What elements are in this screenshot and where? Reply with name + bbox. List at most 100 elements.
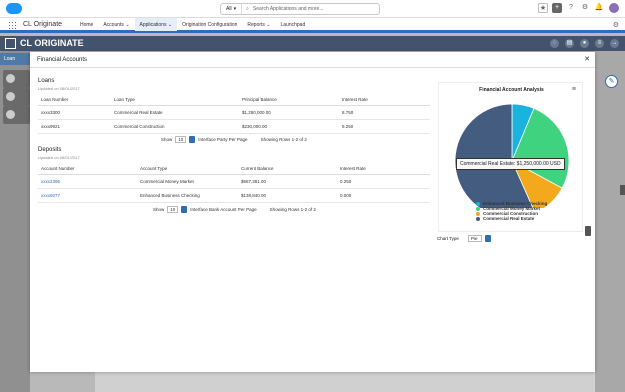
app-name: CL Originate [23,21,63,28]
nav-item-label: Reports [247,22,265,28]
account-type: Commercial Money Market [140,174,241,189]
interest-rate: 9.250 [342,119,430,134]
nav-item-origination-configuration[interactable]: Origination Configuration [177,18,242,33]
table-header-row: Loan Number Loan Type Principal Balance … [38,94,430,106]
per-page-dropdown-icon[interactable] [181,206,188,213]
chevron-down-icon: ▾ [233,6,237,12]
nav-item-label: Origination Configuration [182,22,238,28]
nav-item-label: Accounts [103,22,124,28]
legend-dot-icon [476,201,480,206]
table-row[interactable]: xxxx2396 Commercial Money Market $587,38… [38,174,430,189]
loans-table: Loan Number Loan Type Principal Balance … [38,94,430,134]
pager-status: Showing Rows 1-2 of 2 [260,137,307,142]
pager-show-label: Show [161,137,173,142]
users-icon[interactable]: ● [580,39,589,48]
deposits-updated: Updated on 08/01/2017 [38,155,80,160]
per-page-label: Interface Bank Account Per Page [190,207,257,212]
chart-type-control: Chart Type Pie [437,235,491,242]
chart-type-dropdown-icon[interactable] [484,235,491,242]
setup-gear-icon[interactable]: ⚙ [580,3,590,13]
sidebar-item-party-2[interactable] [3,88,30,106]
list-icon[interactable]: ≡ [595,39,604,48]
notifications-bell-icon[interactable]: 🔔 [594,3,604,13]
edit-icon[interactable]: ✎ [605,75,618,88]
chevron-down-icon[interactable]: ⌄ [266,22,270,28]
gear-icon[interactable]: ⚙ [613,21,619,29]
chevron-down-icon[interactable]: ⌄ [125,22,129,28]
legend-dot-icon [476,206,480,211]
account-number-link[interactable]: xxxx2396 [38,174,140,189]
column-header[interactable]: Interest Rate [340,163,430,175]
deposits-pager: Show 10 Interface Bank Account Per Page … [153,206,316,213]
table-row[interactable]: xxxx9921 Commercial Construction $230,00… [38,119,430,134]
nav-item-launchpad[interactable]: Launchpad [276,18,311,33]
chart-type-label: Chart Type [437,236,459,241]
column-header[interactable]: Interest Rate [342,94,430,106]
loans-title: Loans [38,78,55,84]
loans-pager: Show 10 Interface Party Per Page Showing… [161,136,307,143]
sidebar-item-loan[interactable]: Loan [0,53,30,65]
search-scope-dropdown[interactable]: All ▾ [221,4,243,14]
column-header[interactable]: Loan Type [114,94,242,106]
sidebar-item-label: Loan [4,56,16,62]
modal-title: Financial Accounts [37,57,88,63]
column-header[interactable]: Loan Number [38,94,114,106]
nav-item-accounts[interactable]: Accounts ⌄ [98,18,134,33]
column-header[interactable]: Account Number [38,163,140,175]
legend-item[interactable]: Commercial Real Estate [476,216,547,221]
deposits-table: Account Number Account Type Current Bala… [38,163,430,203]
chart-menu-icon[interactable]: ≡ [572,86,576,93]
account-number-link[interactable]: xxxx5077 [38,188,140,203]
column-header[interactable]: Principal Balance [242,94,342,106]
brand-title: CL ORIGINATE [20,38,84,48]
column-header[interactable]: Account Type [140,163,241,175]
loan-number: xxxx9921 [38,119,114,134]
search-input[interactable]: Search Applications and more... [253,6,324,12]
loan-type: Commercial Construction [114,119,242,134]
chevron-down-icon[interactable]: ⌄ [168,22,172,28]
per-page-select[interactable]: 10 [167,206,179,213]
column-header[interactable]: Current Balance [241,163,340,175]
arrow-right-icon[interactable]: → [610,39,619,48]
interest-rate: 8.750 [342,105,430,120]
per-page-dropdown-icon[interactable] [189,136,196,143]
cl-logo-icon [5,38,16,49]
favorites-star-icon[interactable]: ★ [538,3,548,13]
app-launcher-icon[interactable] [8,21,17,30]
table-header-row: Account Number Account Type Current Bala… [38,163,430,175]
nav-item-label: Launchpad [280,22,306,28]
legend-dot-icon [476,211,480,216]
pager-show-label: Show [153,207,165,212]
chart-tooltip: Commercial Real Estate: $1,250,000.00 US… [456,158,565,170]
global-search[interactable]: All ▾ ⌕ Search Applications and more... [220,3,380,15]
nav-item-applications[interactable]: Applications ⌄ [134,18,178,33]
interest-rate: 0.000 [340,188,430,203]
search-scope-label: All [226,6,232,12]
brand-toolbar: ◌ ▤ ● ≡ → [550,39,619,48]
right-panel-background [595,51,625,392]
chart-type-select[interactable]: Pie [467,235,482,242]
chat-icon[interactable]: ◌ [550,39,559,48]
right-edge-tab[interactable] [620,185,625,195]
add-icon[interactable]: + [552,3,562,13]
table-row[interactable]: xxxx5077 Enhanced Business Checking $138… [38,188,430,203]
pager-status: Showing Rows 1-2 of 2 [269,207,316,212]
scroll-handle[interactable] [585,226,591,236]
document-icon[interactable]: ▤ [565,39,574,48]
sidebar-item-party-3[interactable] [3,106,30,124]
nav-item-home[interactable]: Home [75,18,98,33]
table-row[interactable]: xxxx3300 Commercial Real Estate $1,250,0… [38,105,430,120]
per-page-select[interactable]: 10 [175,136,187,143]
nav-item-reports[interactable]: Reports ⌄ [242,18,275,33]
global-header: All ▾ ⌕ Search Applications and more... … [0,0,625,18]
close-icon[interactable]: ✕ [584,55,590,63]
sidebar-item-party-1[interactable] [3,70,30,88]
brand-bar: CL ORIGINATE ◌ ▤ ● ≡ → [0,36,625,51]
search-icon: ⌕ [246,6,249,12]
nav-item-label: Home [80,22,94,28]
salesforce-logo-icon [6,3,22,14]
party-avatar-icon [6,92,15,101]
header-icons: ★ + ? ⚙ 🔔 [538,2,620,14]
help-icon[interactable]: ? [566,3,576,13]
user-avatar[interactable] [608,2,620,14]
